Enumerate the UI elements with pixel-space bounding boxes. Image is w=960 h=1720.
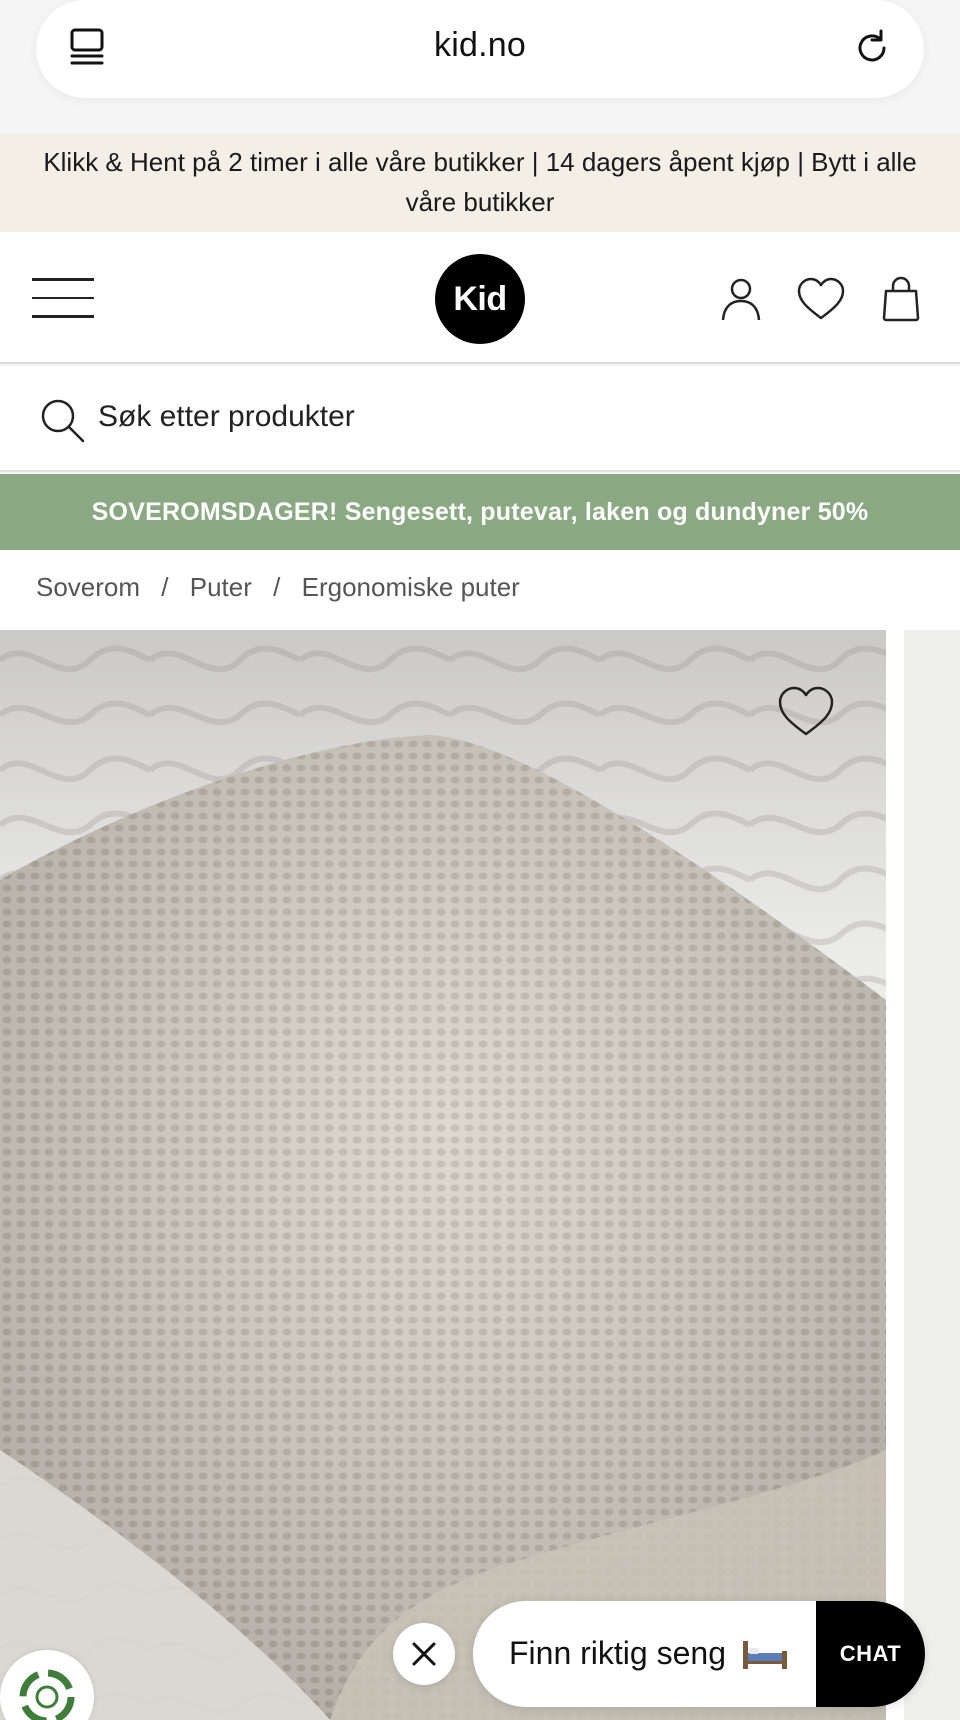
breadcrumb-separator: / — [161, 572, 169, 602]
bed-finder-button[interactable]: Finn riktig seng — [509, 1635, 726, 1672]
pillow-photo — [0, 630, 886, 1720]
breadcrumb-ergonomiske-puter[interactable]: Ergonomiske puter — [302, 572, 520, 602]
bed-finder-widget[interactable]: Finn riktig seng CHAT — [473, 1601, 925, 1707]
announcement-bar: Klikk & Hent på 2 timer i alle våre buti… — [0, 134, 960, 232]
url-text[interactable]: kid.no — [36, 26, 924, 65]
breadcrumb: Soverom / Puter / Ergonomiske puter — [0, 550, 960, 630]
browser-toolbar: kid.no — [0, 0, 960, 134]
breadcrumb-soverom[interactable]: Soverom — [36, 572, 140, 602]
reload-icon[interactable] — [850, 26, 894, 70]
product-image[interactable] — [0, 630, 886, 1720]
search-field[interactable]: Søk etter produkter — [0, 366, 960, 472]
next-image-peek[interactable] — [904, 630, 960, 1720]
breadcrumb-puter[interactable]: Puter — [190, 572, 252, 602]
user-icon[interactable] — [718, 276, 764, 322]
promo-banner[interactable]: SOVEROMSDAGER! Sengesett, putevar, laken… — [0, 474, 960, 550]
heart-icon[interactable] — [796, 276, 846, 322]
chat-button[interactable]: CHAT — [816, 1601, 925, 1707]
heart-outline-icon[interactable] — [776, 684, 836, 740]
shopping-bag-icon[interactable] — [878, 276, 924, 322]
bed-icon — [743, 1641, 787, 1669]
breadcrumb-separator: / — [273, 572, 281, 602]
kid-logo[interactable]: Kid — [435, 254, 525, 344]
recycle-badge-icon[interactable] — [0, 1650, 94, 1720]
search-icon — [41, 399, 85, 443]
close-icon[interactable] — [393, 1623, 455, 1685]
address-bar[interactable]: kid.no — [36, 0, 924, 98]
gallery-gap — [886, 630, 904, 1720]
hamburger-menu-icon[interactable] — [32, 278, 96, 318]
site-header: Kid — [0, 232, 960, 364]
search-placeholder[interactable]: Søk etter produkter — [98, 400, 355, 434]
